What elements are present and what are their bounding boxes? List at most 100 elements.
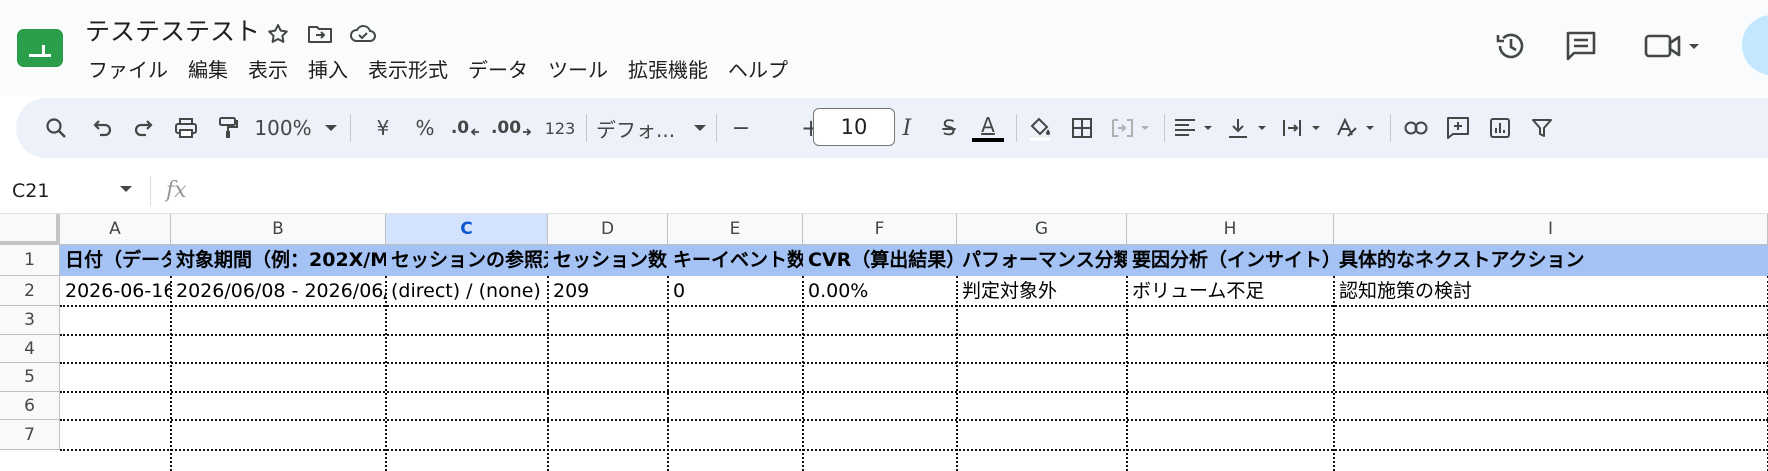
row-header-1[interactable]: 1 (0, 245, 60, 276)
move-to-folder-icon[interactable] (306, 20, 334, 48)
meet-video-icon[interactable] (1644, 26, 1702, 66)
text-wrapping-icon[interactable] (1280, 110, 1328, 146)
cell-g2[interactable]: 判定対象外 (957, 276, 1127, 306)
document-title[interactable]: テステステスト (85, 14, 260, 50)
cell-a2[interactable]: 2026-06-16 (60, 276, 171, 306)
search-menus-icon[interactable] (38, 110, 74, 146)
cell-a1[interactable]: 日付（データ取得日） (60, 245, 171, 276)
font-size-input[interactable]: 10 (813, 108, 895, 146)
row-header-4[interactable]: 4 (0, 335, 60, 363)
decrease-decimal-label: .0 (450, 118, 470, 138)
column-header-i[interactable]: I (1334, 214, 1768, 245)
row-border (60, 419, 1768, 421)
row-border (60, 362, 1768, 364)
insert-link-icon[interactable] (1398, 110, 1434, 146)
menu-tools[interactable]: ツール (538, 52, 618, 88)
decrease-font-size-button[interactable]: − (726, 110, 756, 146)
cell-h1[interactable]: 要因分析（インサイト） (1127, 245, 1334, 276)
column-header-a[interactable]: A (60, 214, 171, 245)
formula-input[interactable] (204, 176, 1744, 206)
cell-i1[interactable]: 具体的なネクストアクション (1334, 245, 1768, 276)
comments-icon[interactable] (1564, 26, 1598, 66)
cell-b2[interactable]: 2026/06/08 - 2026/06/14 (171, 276, 386, 306)
avatar[interactable] (1742, 15, 1768, 75)
cell-d1[interactable]: セッション数 (548, 245, 668, 276)
cell-i2[interactable]: 認知施策の検討 (1334, 276, 1768, 306)
number-format-label: 123 (544, 118, 576, 138)
select-all-corner[interactable] (0, 214, 60, 245)
row-header-3[interactable]: 3 (0, 306, 60, 335)
column-header-g[interactable]: G (957, 214, 1127, 245)
horizontal-align-icon[interactable] (1172, 110, 1220, 146)
increase-decimal-button[interactable]: .00 (490, 110, 534, 146)
star-icon[interactable] (264, 20, 292, 48)
text-color-swatch (972, 138, 1004, 142)
row-header-2[interactable]: 2 (0, 276, 60, 306)
menu-insert[interactable]: 挿入 (298, 52, 358, 88)
cell-e2[interactable]: 0 (668, 276, 803, 306)
format-currency-button[interactable]: ¥ (366, 110, 400, 146)
version-history-icon[interactable] (1494, 26, 1528, 66)
text-rotation-icon[interactable] (1334, 110, 1382, 146)
cell-b1[interactable]: 対象期間（例：202X/MM/DD） (171, 245, 386, 276)
menu-edit[interactable]: 編集 (178, 52, 238, 88)
menu-view[interactable]: 表示 (238, 52, 298, 88)
column-header-b[interactable]: B (171, 214, 386, 245)
cloud-saved-icon[interactable] (349, 20, 377, 48)
chevron-down-icon (694, 125, 706, 131)
insert-comment-icon[interactable] (1440, 110, 1476, 146)
text-color-button[interactable]: A (968, 110, 1008, 146)
spreadsheet-grid[interactable]: ABCDEFGHI 1234567 日付（データ取得日）対象期間（例：202X/… (0, 214, 1768, 471)
cell-f2[interactable]: 0.00% (803, 276, 957, 306)
italic-button[interactable]: I (890, 110, 924, 146)
cell-g1[interactable]: パフォーマンス分類 (957, 245, 1127, 276)
name-box[interactable]: C21 (12, 176, 49, 206)
print-icon[interactable] (168, 110, 204, 146)
menu-file[interactable]: ファイル (78, 52, 178, 88)
font-family-value: デフォ... (596, 117, 676, 142)
strikethrough-label: S (942, 116, 956, 140)
cell-c1[interactable]: セッションの参照元 (386, 245, 548, 276)
redo-icon[interactable] (126, 110, 162, 146)
merge-cells-icon[interactable] (1108, 110, 1156, 146)
filter-icon[interactable] (1524, 110, 1560, 146)
column-header-d[interactable]: D (548, 214, 668, 245)
strikethrough-button[interactable]: S (932, 110, 966, 146)
number-format-button[interactable]: 123 (540, 110, 580, 146)
menu-help[interactable]: ヘルプ (718, 52, 798, 88)
borders-icon[interactable] (1064, 110, 1100, 146)
format-percent-button[interactable]: % (408, 110, 442, 146)
cell-f1[interactable]: CVR（算出結果） (803, 245, 957, 276)
column-header-c[interactable]: C (386, 214, 548, 245)
zoom-select[interactable]: 100% (250, 110, 346, 146)
vertical-align-icon[interactable] (1226, 110, 1274, 146)
cell-e1[interactable]: キーイベント数 (668, 245, 803, 276)
column-header-h[interactable]: H (1127, 214, 1334, 245)
chevron-down-icon[interactable] (118, 182, 134, 196)
row-header-6[interactable]: 6 (0, 392, 60, 420)
column-header-f[interactable]: F (803, 214, 957, 245)
cell-d2[interactable]: 209 (548, 276, 668, 306)
undo-icon[interactable] (84, 110, 120, 146)
fill-color-icon[interactable] (1022, 110, 1058, 146)
insert-chart-icon[interactable] (1482, 110, 1518, 146)
formula-bar-divider (150, 176, 151, 206)
sheets-logo-icon[interactable] (17, 29, 65, 69)
text-color-label: A (981, 113, 995, 137)
cell-c2[interactable]: (direct) / (none) (386, 276, 548, 306)
paint-format-icon[interactable] (210, 110, 246, 146)
font-family-select[interactable]: デフォ... (596, 110, 708, 146)
row-header-7[interactable]: 7 (0, 420, 60, 450)
column-header-e[interactable]: E (668, 214, 803, 245)
row-border (60, 449, 1768, 451)
arrow-left-icon (470, 128, 480, 136)
row-header-5[interactable]: 5 (0, 363, 60, 392)
cell-h2[interactable]: ボリューム不足 (1127, 276, 1334, 306)
decrease-decimal-button[interactable]: .0 (448, 110, 484, 146)
menu-format[interactable]: 表示形式 (358, 52, 458, 88)
menu-data[interactable]: データ (458, 52, 538, 88)
menu-bar: ファイル 編集 表示 挿入 表示形式 データ ツール 拡張機能 ヘルプ (78, 52, 798, 88)
percent-label: % (415, 116, 435, 140)
menu-extensions[interactable]: 拡張機能 (618, 52, 718, 88)
increase-decimal-label: .00 (490, 118, 522, 138)
